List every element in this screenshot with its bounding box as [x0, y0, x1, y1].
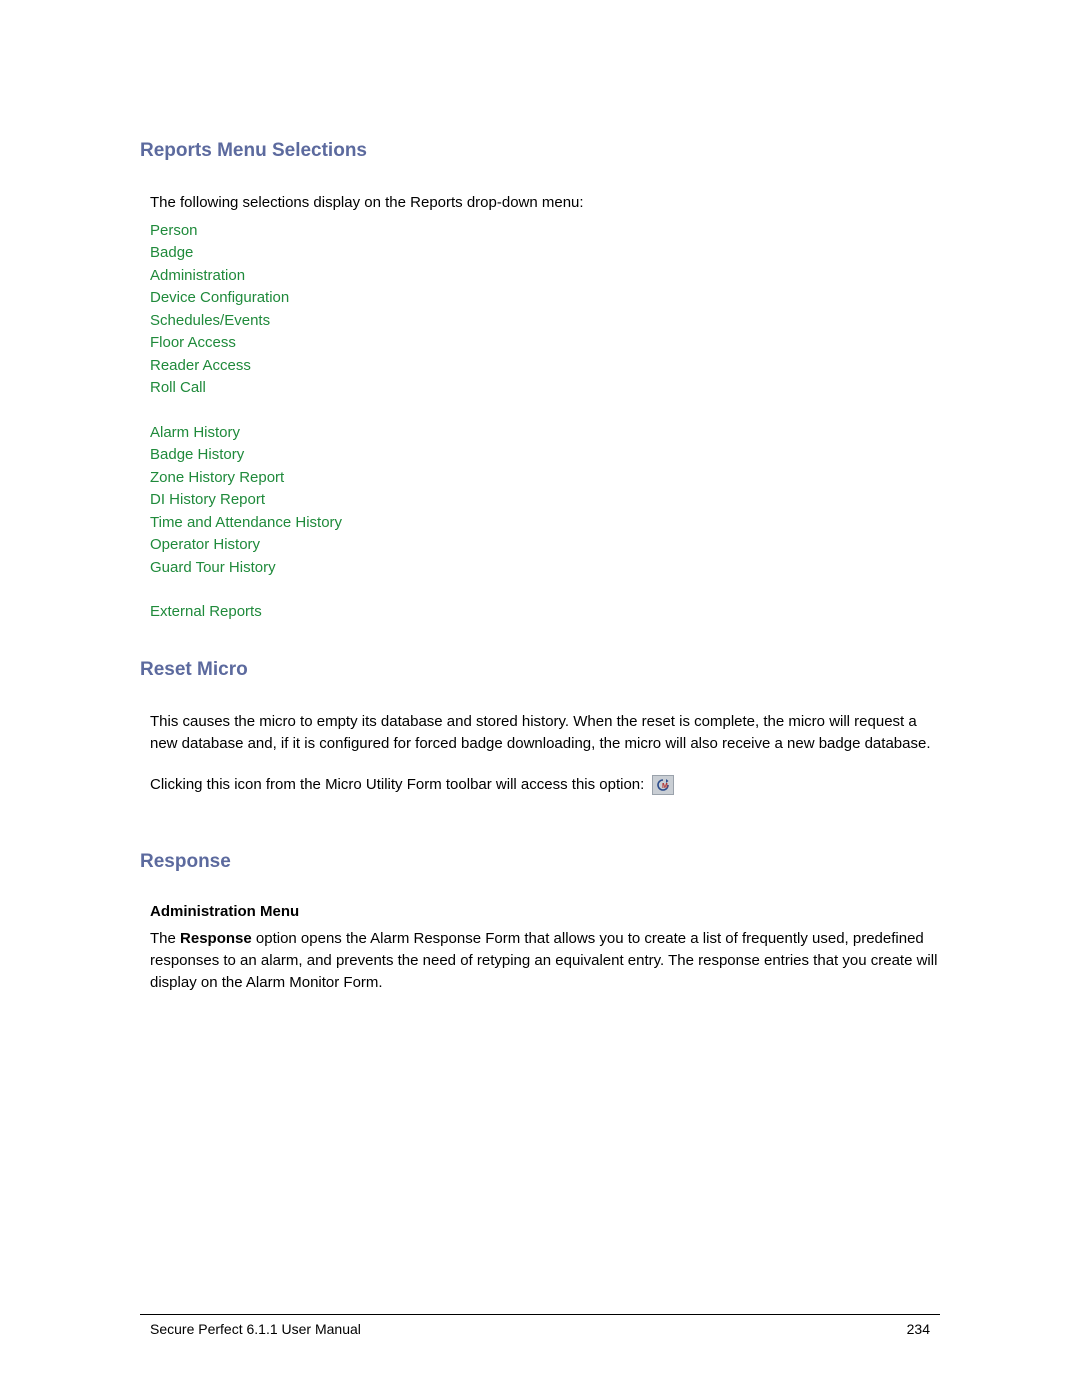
link-floor-access[interactable]: Floor Access [150, 332, 940, 355]
reports-content: The following selections display on the … [140, 192, 940, 624]
link-operator-history[interactable]: Operator History [150, 534, 940, 557]
reset-micro-icon: M [652, 775, 674, 795]
reset-icon-instruction: Clicking this icon from the Micro Utilit… [150, 774, 940, 796]
response-content: Administration Menu The Response option … [140, 903, 940, 993]
document-page: Reports Menu Selections The following se… [0, 0, 1080, 1397]
link-alarm-history[interactable]: Alarm History [150, 422, 940, 445]
footer-rule [140, 1314, 940, 1315]
link-badge-history[interactable]: Badge History [150, 444, 940, 467]
footer-title: Secure Perfect 6.1.1 User Manual [150, 1321, 361, 1337]
heading-response: Response [140, 851, 940, 873]
link-device-configuration[interactable]: Device Configuration [150, 287, 940, 310]
reports-link-group-2: Alarm History Badge History Zone History… [150, 422, 940, 580]
reports-link-group-3: External Reports [150, 601, 940, 624]
link-reader-access[interactable]: Reader Access [150, 355, 940, 378]
svg-text:M: M [662, 783, 668, 790]
footer-row: Secure Perfect 6.1.1 User Manual 234 [140, 1321, 940, 1337]
link-schedules-events[interactable]: Schedules/Events [150, 310, 940, 333]
link-zone-history-report[interactable]: Zone History Report [150, 467, 940, 490]
link-administration[interactable]: Administration [150, 265, 940, 288]
link-roll-call[interactable]: Roll Call [150, 377, 940, 400]
response-description: The Response option opens the Alarm Resp… [150, 928, 940, 993]
link-external-reports[interactable]: External Reports [150, 601, 940, 624]
link-person[interactable]: Person [150, 220, 940, 243]
link-time-and-attendance-history[interactable]: Time and Attendance History [150, 512, 940, 535]
subheading-administration-menu: Administration Menu [150, 903, 940, 920]
reset-icon-instruction-text: Clicking this icon from the Micro Utilit… [150, 776, 649, 793]
footer-page-number: 234 [907, 1321, 930, 1337]
reset-content: This causes the micro to empty its datab… [140, 711, 940, 796]
heading-reports-menu-selections: Reports Menu Selections [140, 140, 940, 162]
response-text-pre: The [150, 930, 180, 947]
reset-description: This causes the micro to empty its datab… [150, 711, 940, 755]
link-guard-tour-history[interactable]: Guard Tour History [150, 557, 940, 580]
reports-intro-text: The following selections display on the … [150, 192, 940, 214]
heading-reset-micro: Reset Micro [140, 659, 940, 681]
link-di-history-report[interactable]: DI History Report [150, 489, 940, 512]
reports-link-group-1: Person Badge Administration Device Confi… [150, 220, 940, 400]
page-footer: Secure Perfect 6.1.1 User Manual 234 [140, 1314, 940, 1337]
link-badge[interactable]: Badge [150, 242, 940, 265]
response-text-bold: Response [180, 930, 252, 947]
response-text-post: option opens the Alarm Response Form tha… [150, 930, 937, 991]
